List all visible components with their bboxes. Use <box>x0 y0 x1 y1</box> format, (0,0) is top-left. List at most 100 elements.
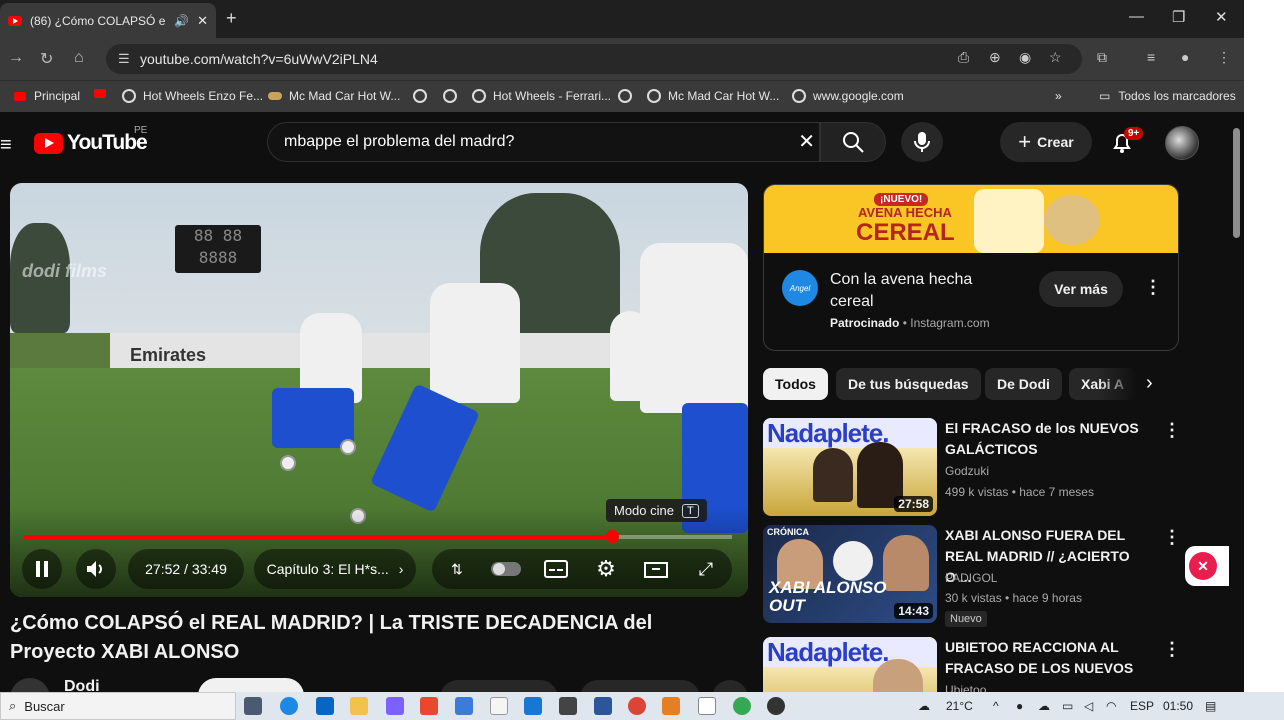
speaker-tray-icon[interactable]: ◁ <box>1084 699 1093 713</box>
more-options-icon[interactable]: ⋮ <box>1163 527 1181 548</box>
page-scrollbar[interactable] <box>1228 112 1244 692</box>
ambient-icon[interactable]: ⇅ <box>442 549 472 589</box>
close-tab-icon[interactable]: ✕ <box>197 13 208 29</box>
autoplay-toggle[interactable] <box>486 549 526 589</box>
chapter-button[interactable]: Capítulo 3: El H*s... › <box>254 549 416 589</box>
theater-mode-button[interactable] <box>640 549 672 589</box>
notepad-icon[interactable] <box>490 697 508 715</box>
ad-menu-icon[interactable]: ⋮ <box>1144 277 1162 298</box>
sublime-icon[interactable] <box>662 697 680 715</box>
extensions-icon[interactable]: ⧉ <box>1097 49 1107 66</box>
bookmark-item[interactable] <box>618 89 639 103</box>
clock[interactable]: 01:50 <box>1163 699 1193 713</box>
copilot-icon[interactable] <box>386 697 404 715</box>
microphone-tray-icon[interactable]: ● <box>1016 699 1023 713</box>
progress-scrubber[interactable] <box>605 530 619 543</box>
bookmark-item[interactable]: Hot Wheels - Ferrari... <box>472 89 611 103</box>
create-button[interactable]: + Crear <box>1000 122 1092 162</box>
tray-chevron-icon[interactable]: ^ <box>993 699 999 713</box>
bookmark-item[interactable]: Hot Wheels Enzo Fe... <box>122 89 263 103</box>
bookmark-item[interactable]: www.google.com <box>792 89 904 103</box>
floating-widget[interactable]: ✕ <box>1185 546 1229 586</box>
progress-bar[interactable] <box>24 530 732 543</box>
subscribe-button[interactable] <box>198 678 304 692</box>
bookmark-item[interactable]: Mc Mad Car Hot W... <box>647 89 779 103</box>
see-more-button[interactable]: Ver más <box>1039 271 1123 307</box>
media-controls-icon[interactable]: ≡ <box>1147 49 1155 65</box>
recommendation-item[interactable]: Nadaplete. 27:58 El FRACASO de los NUEVO… <box>763 418 1183 518</box>
wifi-icon[interactable]: ◠ <box>1106 699 1116 713</box>
search-button[interactable] <box>820 122 886 162</box>
fullscreen-icon[interactable]: ⤢ <box>690 549 722 589</box>
more-bookmarks-icon[interactable]: » <box>1055 89 1062 103</box>
taskbar-search-input[interactable]: ⌕ Buscar <box>0 692 236 720</box>
site-info-icon[interactable]: ☰ <box>118 51 130 67</box>
bookmark-item[interactable]: Mc Mad Car Hot W... <box>268 89 400 103</box>
channel-name[interactable]: Dodi <box>64 678 100 692</box>
close-window-button[interactable]: ✕ <box>1215 8 1228 26</box>
video-player[interactable]: Emirates 88 88 8888 dodi films Modo cine T… <box>10 183 748 597</box>
sponsored-ad[interactable]: ¡NUEVO! AVENA HECHA CEREAL Angel Con la … <box>763 184 1179 351</box>
minimize-button[interactable]: — <box>1129 8 1144 25</box>
user-avatar[interactable] <box>1165 126 1199 160</box>
more-options-icon[interactable]: ⋮ <box>1163 639 1181 660</box>
zoom-icon[interactable]: ⊕ <box>989 49 1001 66</box>
chrome-active-icon[interactable] <box>733 697 751 715</box>
onedrive-icon[interactable]: ☁ <box>1038 699 1050 713</box>
recommendation-item[interactable]: Nadaplete. UBIETOO REACCIONA AL FRACASO … <box>763 637 1183 692</box>
home-button[interactable]: ⌂ <box>74 49 84 67</box>
video-thumbnail[interactable]: Nadaplete. 27:58 <box>763 418 937 516</box>
bookmark-item[interactable] <box>413 89 434 103</box>
subtitles-button[interactable] <box>540 549 572 589</box>
scrollbar-thumb[interactable] <box>1233 128 1240 238</box>
video-thumbnail[interactable]: Nadaplete. <box>763 637 937 692</box>
word-icon[interactable] <box>594 697 612 715</box>
store-icon[interactable] <box>455 697 473 715</box>
tracking-protection-icon[interactable]: ◉ <box>1019 49 1031 66</box>
like-button[interactable] <box>440 680 558 692</box>
vscode-icon[interactable] <box>524 697 542 715</box>
new-tab-button[interactable]: + <box>226 8 237 29</box>
ad-banner-image[interactable]: ¡NUEVO! AVENA HECHA CEREAL <box>764 185 1178 253</box>
chevron-right-icon[interactable]: › <box>1146 372 1153 395</box>
bookmark-item[interactable] <box>443 89 464 103</box>
advertiser-logo[interactable]: Angel <box>782 270 818 306</box>
language-indicator[interactable]: ESP <box>1130 699 1154 713</box>
battery-icon[interactable]: ▭ <box>1062 699 1073 713</box>
chip-de-tus-busquedas[interactable]: De tus búsquedas <box>836 368 981 400</box>
search-input[interactable]: mbappe el problema del madrd? ✕ <box>267 122 820 162</box>
app-icon[interactable] <box>559 697 577 715</box>
notifications-icon[interactable]: ▤ <box>1205 699 1216 713</box>
pause-button[interactable] <box>22 549 62 589</box>
all-bookmarks[interactable]: ▭ Todos los marcadores <box>1099 89 1236 103</box>
maximize-button[interactable]: ❐ <box>1172 8 1185 26</box>
bookmark-star-icon[interactable]: ☆ <box>1049 49 1062 66</box>
more-actions-button[interactable] <box>712 680 748 692</box>
forward-button[interactable]: → <box>8 49 24 67</box>
chip-todos[interactable]: Todos <box>763 368 828 400</box>
weather-cloud-icon[interactable]: ☁ <box>918 699 930 713</box>
chrome-icon[interactable] <box>628 697 646 715</box>
edge-icon[interactable] <box>280 697 298 715</box>
channel-avatar[interactable] <box>10 678 50 692</box>
video-thumbnail[interactable]: CRÓNICA XABI ALONSO OUT 14:43 <box>763 525 937 623</box>
hamburger-menu-icon[interactable]: ≡ <box>0 134 12 157</box>
share-button[interactable] <box>580 680 700 692</box>
recommendation-item[interactable]: CRÓNICA XABI ALONSO OUT 14:43 XABI ALONS… <box>763 525 1183 627</box>
speaker-icon[interactable]: 🔊 <box>174 14 189 28</box>
profile-icon[interactable]: ● <box>1181 49 1189 65</box>
notes-icon[interactable] <box>698 697 716 715</box>
ad-title[interactable]: Con la avena hecha cereal <box>830 269 1020 313</box>
youtube-logo[interactable]: YouTube PE <box>34 125 148 155</box>
weather-temp[interactable]: 21°C <box>946 699 973 713</box>
menu-icon[interactable]: ⋮ <box>1217 49 1231 66</box>
more-options-icon[interactable]: ⋮ <box>1163 420 1181 441</box>
volume-button[interactable] <box>76 549 116 589</box>
address-bar[interactable]: ☰ youtube.com/watch?v=6uWwV2iPLN4 <box>106 44 1082 74</box>
bookmark-item[interactable]: Principal <box>14 89 80 103</box>
settings-gear-icon[interactable]: ⚙ <box>590 549 622 589</box>
task-view-icon[interactable] <box>244 697 262 715</box>
outlook-icon[interactable] <box>316 697 334 715</box>
chip-de-dodi[interactable]: De Dodi <box>985 368 1062 400</box>
github-icon[interactable] <box>767 697 785 715</box>
